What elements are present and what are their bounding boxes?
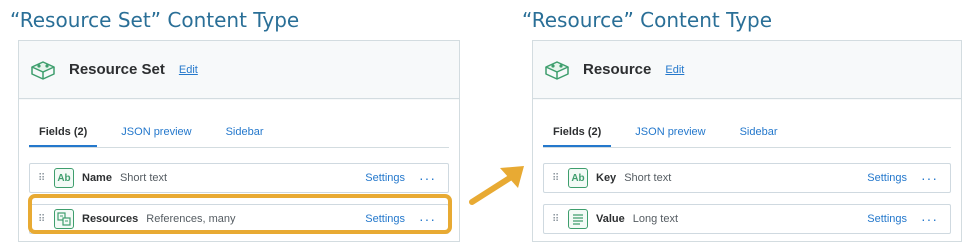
content-type-icon — [31, 60, 55, 80]
tab-fields[interactable]: Fields (2) — [29, 118, 98, 147]
long-text-icon — [568, 209, 588, 229]
tab-fields[interactable]: Fields (2) — [543, 118, 612, 147]
field-type: Long text — [632, 213, 679, 225]
more-options-icon[interactable]: ··· — [921, 212, 938, 226]
field-name: Name — [82, 172, 112, 184]
page-title: Resource — [583, 61, 652, 78]
tab-sidebar[interactable]: Sidebar — [730, 118, 788, 147]
field-name: Key — [596, 172, 617, 184]
field-row-key[interactable]: ⠿ Ab Key Short text Settings ··· — [543, 163, 951, 193]
more-options-icon[interactable]: ··· — [921, 171, 938, 185]
settings-link[interactable]: Settings — [867, 172, 907, 184]
settings-link[interactable]: Settings — [867, 213, 907, 225]
edit-link[interactable]: Edit — [665, 64, 684, 76]
tab-json-preview[interactable]: JSON preview — [111, 118, 201, 147]
drag-handle-icon[interactable]: ⠿ — [552, 214, 560, 225]
resource-content-type-panel: Resource Edit Fields (2) JSON preview Si… — [532, 40, 962, 242]
field-type: Short text — [119, 172, 168, 184]
content-type-icon — [545, 60, 569, 80]
resource-set-heading: “Resource Set” Content Type — [10, 8, 300, 32]
panel-header: Resource Set Edit — [19, 41, 459, 99]
field-name: Value — [596, 213, 625, 225]
field-type: Short text — [624, 172, 672, 184]
panel-header: Resource Edit — [533, 41, 961, 99]
tab-bar: Fields (2) JSON preview Sidebar — [29, 118, 449, 148]
drag-handle-icon[interactable]: ⠿ — [552, 173, 560, 184]
tab-json-preview[interactable]: JSON preview — [625, 118, 715, 147]
arrow-icon — [469, 166, 524, 205]
resources-field-highlight — [28, 194, 452, 234]
tab-bar: Fields (2) JSON preview Sidebar — [543, 118, 951, 148]
tab-sidebar[interactable]: Sidebar — [216, 118, 274, 147]
more-options-icon[interactable]: ··· — [419, 171, 436, 185]
drag-handle-icon[interactable]: ⠿ — [38, 173, 46, 184]
field-row-value[interactable]: ⠿ Value Long text Settings ··· — [543, 204, 951, 234]
resource-heading: “Resource” Content Type — [522, 8, 773, 32]
field-row-name[interactable]: ⠿ Ab Name Short text Settings ··· — [29, 163, 449, 193]
panel-body: Fields (2) JSON preview Sidebar ⠿ Ab Key… — [533, 100, 961, 241]
edit-link[interactable]: Edit — [179, 64, 198, 76]
page-title: Resource Set — [69, 61, 165, 78]
settings-link[interactable]: Settings — [365, 172, 405, 184]
text-ab-icon: Ab — [568, 168, 588, 188]
text-ab-icon: Ab — [54, 168, 74, 188]
